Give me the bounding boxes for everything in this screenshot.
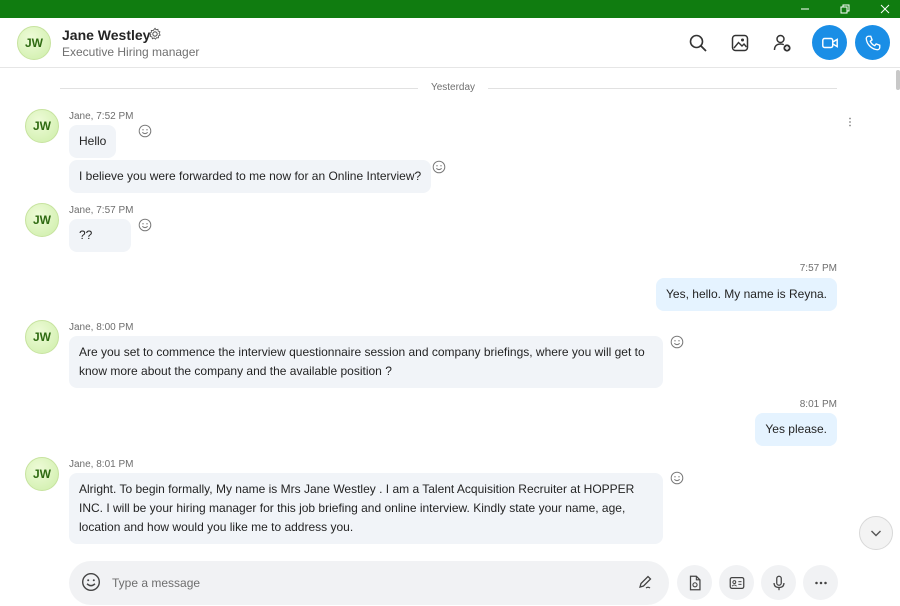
audio-call-icon[interactable]	[855, 25, 890, 60]
message-meta: 8:01 PM	[799, 399, 837, 410]
react-emoji-icon[interactable]	[138, 124, 152, 138]
message-meta: Jane, 8:01 PM	[69, 459, 134, 470]
minimize-icon[interactable]	[790, 0, 820, 18]
sender-avatar[interactable]: JW	[25, 457, 59, 491]
message-bubble[interactable]: Are you set to commence the interview qu…	[69, 336, 663, 388]
message-composer[interactable]: Type a message	[69, 561, 669, 605]
message-meta: Jane, 7:57 PM	[69, 205, 134, 216]
microphone-icon[interactable]	[761, 565, 796, 600]
react-emoji-icon[interactable]	[432, 160, 446, 174]
date-divider-label: Yesterday	[430, 82, 476, 93]
file-icon[interactable]	[677, 565, 712, 600]
more-icon[interactable]	[803, 565, 838, 600]
more-options-icon[interactable]	[848, 114, 852, 127]
react-emoji-icon[interactable]	[670, 471, 684, 485]
settings-gear-icon[interactable]	[148, 27, 162, 41]
add-person-icon[interactable]	[771, 32, 793, 54]
gallery-icon[interactable]	[729, 32, 751, 54]
message-bubble[interactable]: Yes, hello. My name is Reyna.	[656, 278, 837, 311]
contact-card-icon[interactable]	[719, 565, 754, 600]
react-emoji-icon[interactable]	[138, 218, 152, 232]
sender-avatar[interactable]: JW	[25, 203, 59, 237]
message-input[interactable]: Type a message	[112, 576, 200, 590]
message-bubble[interactable]: Alright. To begin formally, My name is M…	[69, 473, 663, 544]
contact-name[interactable]: Jane Westley	[62, 27, 150, 43]
emoji-icon[interactable]	[81, 572, 103, 594]
scroll-to-bottom-button[interactable]	[859, 516, 893, 550]
window-titlebar	[0, 0, 900, 18]
message-bubble[interactable]: Yes please.	[755, 413, 837, 446]
scrollbar-thumb[interactable]	[896, 70, 900, 90]
search-icon[interactable]	[687, 32, 709, 54]
message-bubble[interactable]: ??	[69, 219, 131, 252]
sender-avatar[interactable]: JW	[25, 320, 59, 354]
chevron-down-icon	[871, 530, 881, 537]
message-meta: Jane, 7:52 PM	[69, 111, 134, 122]
message-meta: Jane, 8:00 PM	[69, 322, 134, 333]
message-bubble[interactable]: I believe you were forwarded to me now f…	[69, 160, 432, 193]
close-icon[interactable]	[870, 0, 900, 18]
date-divider: Yesterday	[60, 82, 837, 96]
restore-icon[interactable]	[830, 0, 860, 18]
pen-icon[interactable]	[637, 574, 655, 592]
message-bubble[interactable]: Hello	[69, 125, 117, 158]
message-meta: 7:57 PM	[799, 263, 837, 274]
react-emoji-icon[interactable]	[670, 335, 684, 349]
contact-role: Executive Hiring manager	[62, 45, 200, 59]
sender-avatar[interactable]: JW	[25, 109, 59, 143]
chat-header: JW Jane Westley Executive Hiring manager	[0, 18, 900, 68]
contact-avatar[interactable]: JW	[17, 26, 51, 60]
video-call-icon[interactable]	[812, 25, 847, 60]
